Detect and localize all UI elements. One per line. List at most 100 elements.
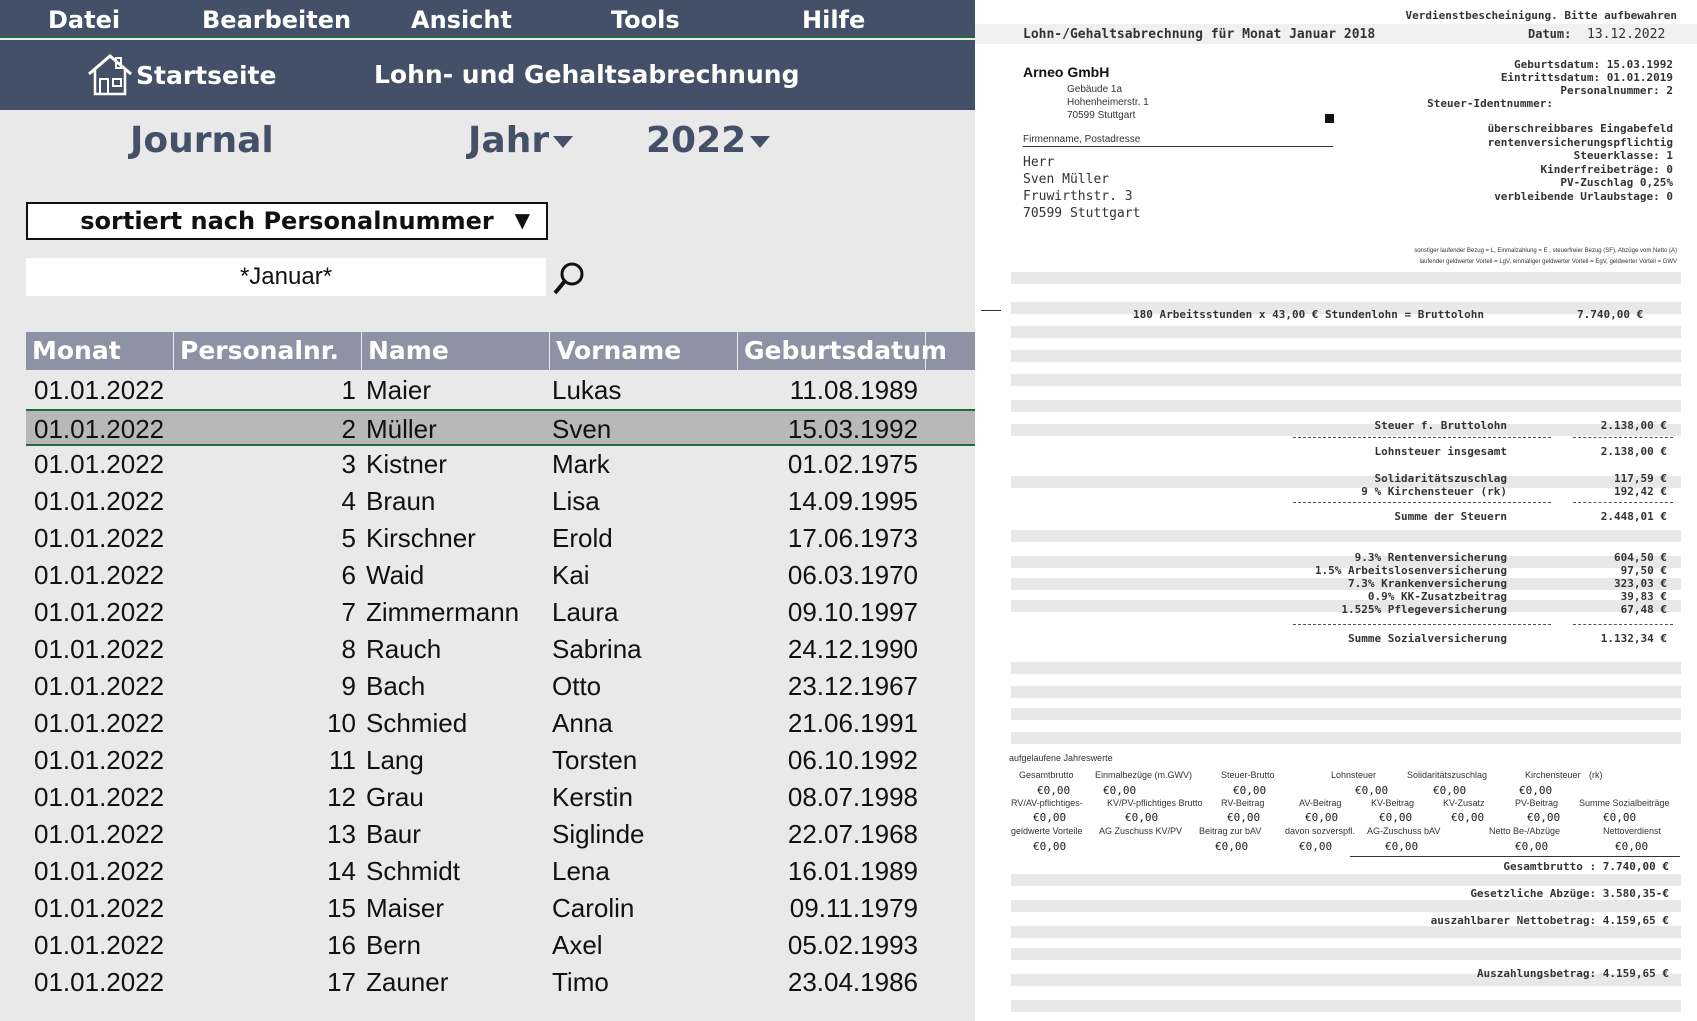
search-icon[interactable] [552, 260, 588, 296]
cell-name: Bach [366, 671, 426, 701]
jahres-header: PV-Beitrag [1515, 798, 1559, 808]
row-band [1011, 686, 1681, 698]
jahres-value: €0,00 [1385, 840, 1419, 853]
cell-monat: 01.01.2022 [34, 745, 165, 775]
year-label-dropdown[interactable]: Jahr [468, 120, 574, 161]
slip-info-eingabefeld: überschreibbares Eingabefeld [1487, 122, 1673, 135]
slip-address-3: 70599 Stuttgart [1067, 110, 1136, 121]
lohnsteuer-label: Lohnsteuer insgesamt [1374, 445, 1507, 458]
divider-6 [1573, 624, 1673, 625]
slip-info-steuerid: Steuer-Identnummer: [1427, 97, 1553, 110]
jahres-header: Summe Sozialbeiträge [1579, 798, 1670, 808]
table-row[interactable]: 01.01.2022 8 Rauch Sabrina 24.12.1990 [26, 631, 975, 668]
cell-personalnr: 17 [327, 967, 356, 997]
page-title: Lohn- und Gehaltsabrechnung [374, 60, 800, 89]
jahres-value: €0,00 [1451, 811, 1485, 824]
col-header-monat[interactable]: Monat [26, 332, 174, 370]
slip-info-rv: rentenversicherungspflichtig [1487, 135, 1673, 149]
table-row[interactable]: 01.01.2022 13 Baur Siglinde 22.07.1968 [26, 816, 975, 853]
jahres-header: RV-Beitrag [1221, 798, 1265, 808]
search-input[interactable] [26, 258, 546, 296]
payslip-preview: Verdienstbescheinigung. Bitte aufbewahre… [975, 0, 1697, 1021]
menu-hilfe[interactable]: Hilfe [802, 6, 865, 34]
table-row[interactable]: 01.01.2022 7 Zimmermann Laura 09.10.1997 [26, 594, 975, 631]
table-row[interactable]: 01.01.2022 3 Kistner Mark 01.02.1975 [26, 446, 975, 483]
cell-vorname: Otto [552, 671, 602, 701]
menu-ansicht[interactable]: Ansicht [411, 6, 512, 34]
row-band [1011, 578, 1681, 590]
slip-recipient-1: Herr [1023, 155, 1055, 170]
table-header: Monat Personalnr. Name Vorname Geburtsda… [26, 332, 975, 370]
cell-vorname: Kerstin [552, 782, 633, 812]
slip-address-2: Hohenheimerstr. 1 [1067, 97, 1149, 108]
cell-geburtsdatum: 06.03.1970 [787, 560, 918, 590]
year-label: Jahr [468, 120, 550, 161]
cell-personalnr: 14 [327, 856, 356, 886]
table-row[interactable]: 01.01.2022 17 Zauner Timo 23.04.1986 [26, 964, 975, 1001]
row-band [1011, 948, 1681, 960]
cell-vorname: Anna [552, 708, 613, 738]
jahres-header: davon sozverspfl. [1285, 826, 1356, 836]
sv-label: 7.3% Krankenversicherung [1348, 577, 1507, 590]
expand-icon[interactable] [1325, 114, 1334, 123]
row-band [1011, 708, 1681, 720]
slip-note: Verdienstbescheinigung. Bitte aufbewahre… [1405, 9, 1677, 22]
divider-5 [1293, 624, 1551, 625]
table-row[interactable]: 01.01.2022 1 Maier Lukas 11.08.1989 [26, 372, 975, 409]
cell-geburtsdatum: 14.09.1995 [787, 486, 918, 516]
col-header-geburtsdatum[interactable]: Geburtsdatum [738, 332, 947, 370]
row-band [1011, 732, 1681, 744]
table-row[interactable]: 01.01.2022 14 Schmidt Lena 16.01.1989 [26, 853, 975, 890]
jahreswerte-title: aufgelaufene Jahreswerte [1009, 753, 1113, 763]
cell-geburtsdatum: 21.06.1991 [787, 708, 918, 738]
cell-geburtsdatum: 09.11.1979 [789, 893, 918, 923]
jahres-header: RV/AV-pflichtiges- [1011, 798, 1083, 808]
slip-info-eintritt: Eintrittsdatum: 01.01.2019 [1500, 71, 1673, 84]
row-band [1011, 424, 1681, 436]
slip-info-kinder: Kinderfreibeträge: 0 [1540, 162, 1673, 176]
row-band [1011, 900, 1681, 912]
sort-dropdown[interactable]: sortiert nach Personalnummer ▼ [26, 202, 548, 240]
table-row[interactable]: 01.01.2022 6 Waid Kai 06.03.1970 [26, 557, 975, 594]
divider-2 [1573, 437, 1673, 438]
home-button[interactable]: Startseite [86, 50, 276, 100]
table-row[interactable]: 01.01.2022 16 Bern Axel 05.02.1993 [26, 927, 975, 964]
menu-datei[interactable]: Datei [48, 6, 120, 34]
table-row[interactable]: 01.01.2022 10 Schmied Anna 21.06.1991 [26, 705, 975, 742]
col-header-personalnr[interactable]: Personalnr. [174, 332, 362, 370]
table-row[interactable]: 01.01.2022 11 Lang Torsten 06.10.1992 [26, 742, 975, 779]
slip-datum-label: Datum: [1528, 27, 1572, 41]
cell-monat: 01.01.2022 [34, 930, 165, 960]
menu-tools[interactable]: Tools [611, 6, 680, 34]
jahres-value: €0,00 [1215, 840, 1249, 853]
table-row[interactable]: 01.01.2022 12 Grau Kerstin 08.07.1998 [26, 779, 975, 816]
year-select[interactable]: 2022 [646, 120, 771, 161]
table-row[interactable]: 01.01.2022 5 Kirschner Erold 17.06.1973 [26, 520, 975, 557]
jahres-header: Gesamtbrutto [1019, 770, 1074, 780]
sv-value: 39,83 € [1620, 590, 1667, 603]
table-row[interactable]: 01.01.2022 2 Müller Sven 15.03.1992 [26, 409, 975, 446]
divider-3 [1293, 502, 1551, 503]
table-row[interactable]: 01.01.2022 9 Bach Otto 23.12.1967 [26, 668, 975, 705]
jahres-header: (rk) [1589, 770, 1603, 780]
col-header-name[interactable]: Name [362, 332, 550, 370]
slip-address-1: Gebäude 1a [1067, 84, 1123, 95]
cell-vorname: Mark [552, 449, 610, 479]
steuer-bruttolohn: 2.138,00 € [1600, 419, 1667, 432]
sv-label: 1.5% Arbeitslosenversicherung [1314, 564, 1507, 577]
menu-bearbeiten[interactable]: Bearbeiten [202, 6, 351, 34]
col-header-vorname[interactable]: Vorname [550, 332, 738, 370]
row-band [1011, 926, 1681, 938]
sv-label: 0.9% KK-Zusatzbeitrag [1367, 590, 1507, 603]
cell-name: Kistner [366, 449, 447, 479]
cell-name: Schmied [366, 708, 468, 738]
table-row[interactable]: 01.01.2022 15 Maiser Carolin 09.11.1979 [26, 890, 975, 927]
cell-name: Bern [366, 930, 421, 960]
summe-sv: 1.132,34 € [1600, 632, 1667, 645]
table-row[interactable]: 01.01.2022 4 Braun Lisa 14.09.1995 [26, 483, 975, 520]
dropdown-arrow-icon: ▼ [514, 208, 530, 232]
jahres-value: €0,00 [1527, 811, 1561, 824]
journal-panel: Datei Bearbeiten Ansicht Tools Hilfe Sta… [0, 0, 975, 1021]
cell-personalnr: 7 [341, 597, 356, 627]
cell-personalnr: 15 [327, 893, 356, 923]
